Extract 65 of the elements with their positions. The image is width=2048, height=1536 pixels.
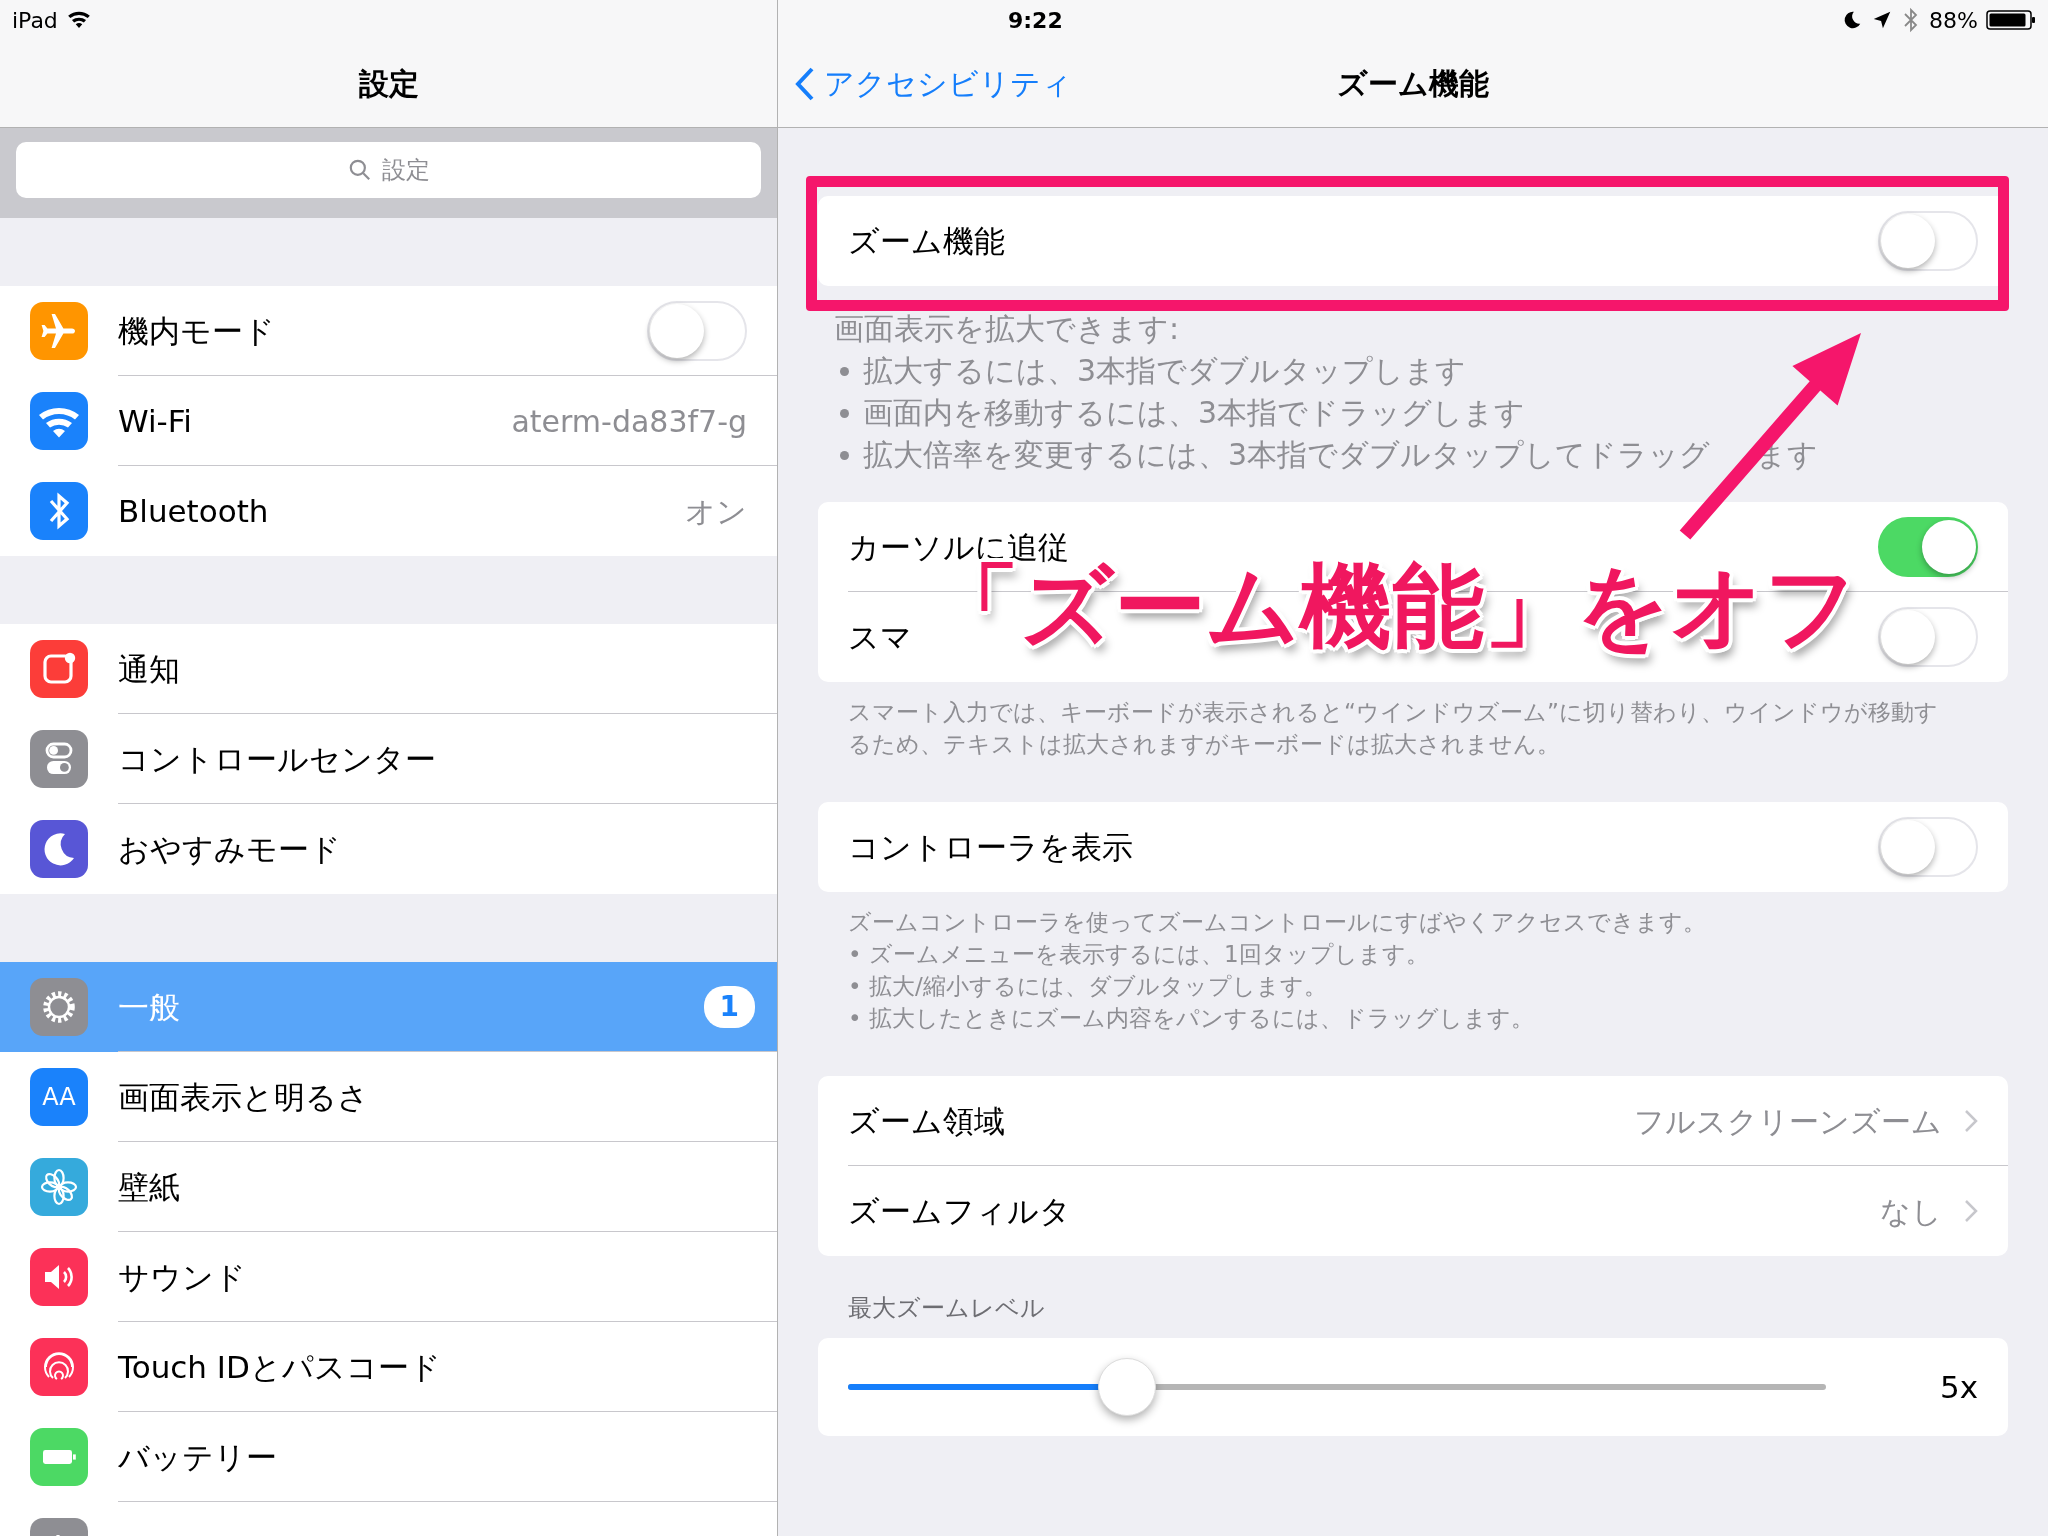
item-label: バッテリー (118, 1437, 278, 1477)
back-link[interactable]: アクセシビリティ (794, 61, 1072, 106)
device-name: iPad (12, 6, 58, 35)
sidebar-title: 設定 (358, 65, 419, 103)
slider-reading: 5x (1939, 1367, 1978, 1407)
item-label: 画面表示と明るさ (118, 1077, 370, 1117)
search-field[interactable]: 設定 (16, 142, 761, 198)
page-title: ズーム機能 (1337, 65, 1489, 103)
slider-thumb[interactable] (1097, 1358, 1156, 1416)
battery-icon (1986, 9, 2036, 31)
settings-item[interactable]: Touch IDとパスコード (0, 1322, 777, 1412)
item-label: 通知 (118, 649, 181, 689)
setting-row[interactable]: ズーム領域 フルスクリーンズーム (818, 1076, 2008, 1166)
setting-label: スマ (848, 617, 912, 657)
settings-item[interactable]: 機内モード (0, 286, 777, 376)
footer-text: 拡大するには、3本指でダブルタップします (863, 352, 1467, 390)
footer-text: 拡大倍率を変更するには、3本指でダブルタップしてドラッグ (863, 436, 1711, 474)
item-label: コントロールセンター (118, 739, 437, 779)
footer-text: るため、テキストは拡大されますがキーボードは拡大されません。 (848, 730, 1561, 759)
bullet-icon (840, 450, 849, 460)
item-value: aterm-da83f7-g (511, 402, 747, 441)
count-badge: 1 (703, 986, 755, 1028)
text-size-icon: AA (30, 1068, 88, 1126)
settings-item[interactable]: AA 画面表示と明るさ (0, 1052, 777, 1142)
item-label: 壁紙 (118, 1167, 181, 1207)
settings-item[interactable]: サウンド (0, 1232, 777, 1322)
item-label: Bluetooth (118, 491, 270, 531)
footer-heading: 画面表示を拡大できます: (834, 310, 1181, 348)
setting-label: ズーム領域 (848, 1101, 1005, 1141)
settings-item[interactable]: 一般 1 (0, 962, 777, 1052)
toggle-switch[interactable] (1878, 517, 1978, 577)
setting-label: コントローラを表示 (848, 827, 1133, 867)
chevron-left-icon (794, 65, 816, 102)
item-label: 一般 (118, 987, 181, 1027)
setting-value: なし (1880, 1192, 1942, 1231)
settings-item[interactable]: Bluetooth オン (0, 466, 777, 556)
item-label: Wi-Fi (118, 401, 193, 441)
settings-item[interactable]: コントロールセンター (0, 714, 777, 804)
item-label: Touch IDとパスコード (118, 1347, 442, 1387)
chevron-right-icon (1964, 1109, 1978, 1133)
setting-label: ズームフィルタ (848, 1191, 1071, 1231)
settings-item[interactable]: 壁紙 (0, 1142, 777, 1232)
setting-row[interactable]: ズームフィルタ なし (818, 1166, 2008, 1256)
footer-text: • 拡大/縮小するには、ダブルタップします。 (848, 972, 1328, 1001)
item-value: オン (685, 492, 747, 531)
footer-text: スマート入力では、キーボードが表示されると“ウインドウズーム”に切り替わり、ウインドウが移動す (848, 698, 1939, 727)
footer-text: ズームコントローラを使ってズームコントロールにすばやくアクセスできます。 (848, 908, 1707, 937)
settings-item[interactable]: 通知 (0, 624, 777, 714)
section-header: 最大ズームレベル (847, 1293, 1046, 1324)
footer-text: • ズームメニューを表示するには、1回タップします。 (848, 940, 1430, 969)
footer-text: 画面内を移動するには、3本指でドラッグします (863, 394, 1526, 432)
item-label: サウンド (118, 1257, 247, 1297)
bullet-icon (840, 366, 849, 376)
settings-item[interactable]: おやすみモード (0, 804, 777, 894)
setting-value: フルスクリーンズーム (1634, 1102, 1942, 1141)
chevron-right-icon (1964, 1199, 1978, 1223)
item-label: 機内モード (118, 311, 276, 351)
footer-text: • 拡大したときにズーム内容をパンするには、ドラッグします。 (848, 1004, 1535, 1033)
settings-item[interactable]: Wi-Fi aterm-da83f7-g (0, 376, 777, 466)
setting-label: ズーム機能 (848, 221, 1005, 261)
item-label: おやすみモード (118, 829, 342, 869)
battery-percent: 88% (1929, 6, 1978, 35)
settings-item[interactable]: バッテリー (0, 1412, 777, 1502)
bullet-icon (840, 408, 849, 418)
clock-time: 9:22 (1008, 6, 1063, 35)
